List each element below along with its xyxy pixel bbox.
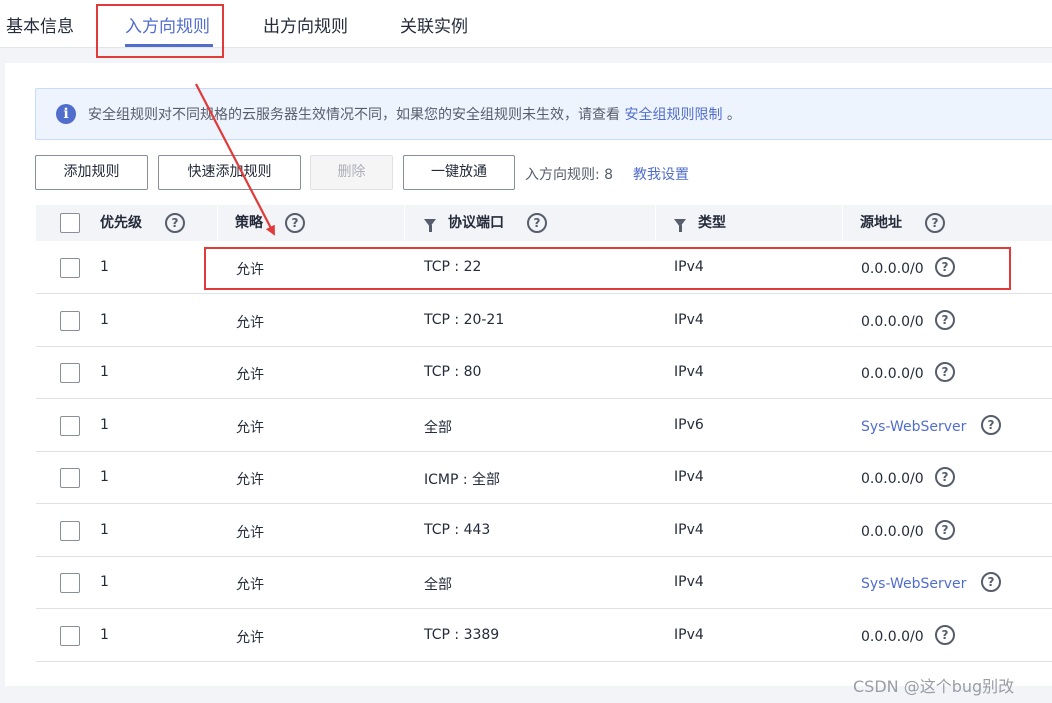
one-click-open-button[interactable]: 一键放通 bbox=[403, 155, 515, 190]
rule-count-label: 入方向规则: 8 bbox=[525, 167, 614, 183]
cell-policy: 允许 bbox=[236, 315, 264, 331]
source-security-group-link[interactable]: Sys-WebServer bbox=[861, 419, 966, 435]
cell-priority: 1 bbox=[100, 469, 109, 485]
help-setup-link[interactable]: 教我设置 bbox=[633, 164, 689, 184]
row-checkbox[interactable] bbox=[60, 521, 80, 541]
cell-type: IPv4 bbox=[674, 364, 704, 380]
cell-protocol-port: 全部 bbox=[424, 577, 452, 593]
cell-source: 0.0.0.0/0 bbox=[861, 314, 924, 330]
help-icon[interactable]: ? bbox=[935, 310, 955, 330]
security-group-limit-link[interactable]: 安全组规则限制 bbox=[624, 107, 722, 123]
column-header-priority: 优先级 bbox=[100, 215, 142, 231]
help-icon[interactable]: ? bbox=[935, 467, 955, 487]
delete-button[interactable]: 删除 bbox=[310, 155, 393, 190]
select-all-checkbox[interactable] bbox=[60, 213, 80, 233]
cell-type: IPv4 bbox=[674, 522, 704, 538]
tab-outbound-rules[interactable]: 出方向规则 bbox=[263, 12, 348, 37]
tab-basic-info[interactable]: 基本信息 bbox=[6, 12, 74, 37]
help-icon[interactable]: ? bbox=[981, 415, 1001, 435]
column-header-type: 类型 bbox=[698, 215, 726, 231]
row-highlight-annotation bbox=[204, 247, 1011, 290]
help-icon[interactable]: ? bbox=[165, 213, 185, 233]
help-icon[interactable]: ? bbox=[981, 572, 1001, 592]
help-icon[interactable]: ? bbox=[925, 213, 945, 233]
row-checkbox[interactable] bbox=[60, 573, 80, 593]
table-row: 1 允许 全部 IPv6 Sys-WebServer ? bbox=[36, 400, 1052, 452]
cell-priority: 1 bbox=[100, 522, 109, 538]
cell-type: IPv4 bbox=[674, 574, 704, 590]
cell-policy: 允许 bbox=[236, 367, 264, 383]
notice-banner: i 安全组规则对不同规格的云服务器生效情况不同，如果您的安全组规则未生效，请查看… bbox=[35, 88, 1052, 140]
help-icon[interactable]: ? bbox=[935, 625, 955, 645]
help-icon[interactable]: ? bbox=[527, 213, 547, 233]
row-checkbox[interactable] bbox=[60, 416, 80, 436]
cell-protocol-port: TCP : 443 bbox=[424, 522, 491, 538]
table-row: 1 允许 全部 IPv4 Sys-WebServer ? bbox=[36, 557, 1052, 609]
watermark: CSDN @这个bug别改 bbox=[853, 677, 1015, 696]
table-row: 1 允许 TCP : 80 IPv4 0.0.0.0/0 ? bbox=[36, 347, 1052, 399]
cell-policy: 允许 bbox=[236, 577, 264, 593]
cell-policy: 允许 bbox=[236, 420, 264, 436]
row-checkbox[interactable] bbox=[60, 258, 80, 278]
table-header: 优先级 ? 策略 ? 协议端口 ? 类型 源地址 ? bbox=[36, 205, 1052, 241]
add-rule-button[interactable]: 添加规则 bbox=[35, 155, 148, 190]
cell-source: 0.0.0.0/0 bbox=[861, 471, 924, 487]
row-checkbox[interactable] bbox=[60, 363, 80, 383]
column-separator bbox=[404, 205, 405, 241]
cell-priority: 1 bbox=[100, 312, 109, 328]
cell-priority: 1 bbox=[100, 627, 109, 643]
tab-highlight-annotation bbox=[96, 4, 224, 58]
cell-policy: 允许 bbox=[236, 472, 264, 488]
row-checkbox[interactable] bbox=[60, 311, 80, 331]
cell-protocol-port: TCP : 3389 bbox=[424, 627, 500, 643]
row-checkbox[interactable] bbox=[60, 626, 80, 646]
cell-type: IPv6 bbox=[674, 417, 704, 433]
cell-type: IPv4 bbox=[674, 469, 704, 485]
source-security-group-link[interactable]: Sys-WebServer bbox=[861, 576, 966, 592]
cell-source: 0.0.0.0/0 bbox=[861, 629, 924, 645]
cell-source: 0.0.0.0/0 bbox=[861, 366, 924, 382]
cell-policy: 允许 bbox=[236, 630, 264, 646]
column-header-policy: 策略 bbox=[235, 215, 263, 231]
cell-priority: 1 bbox=[100, 574, 109, 590]
cell-source: 0.0.0.0/0 bbox=[861, 524, 924, 540]
column-separator bbox=[655, 205, 656, 241]
help-icon[interactable]: ? bbox=[935, 362, 955, 382]
column-header-source: 源地址 bbox=[860, 215, 902, 231]
cell-type: IPv4 bbox=[674, 312, 704, 328]
row-checkbox[interactable] bbox=[60, 468, 80, 488]
help-icon[interactable]: ? bbox=[285, 213, 305, 233]
quick-add-rule-button[interactable]: 快速添加规则 bbox=[158, 155, 301, 190]
cell-protocol-port: ICMP : 全部 bbox=[424, 472, 501, 488]
notice-text: 安全组规则对不同规格的云服务器生效情况不同，如果您的安全组规则未生效，请查看 安… bbox=[88, 107, 741, 123]
table-row: 1 允许 ICMP : 全部 IPv4 0.0.0.0/0 ? bbox=[36, 452, 1052, 504]
table-row: 1 允许 TCP : 443 IPv4 0.0.0.0/0 ? bbox=[36, 505, 1052, 557]
table-row: 1 允许 TCP : 3389 IPv4 0.0.0.0/0 ? bbox=[36, 610, 1052, 662]
cell-protocol-port: 全部 bbox=[424, 420, 452, 436]
info-icon: i bbox=[56, 104, 76, 124]
column-header-protocol-port: 协议端口 bbox=[448, 215, 504, 231]
cell-priority: 1 bbox=[100, 417, 109, 433]
filter-icon[interactable] bbox=[424, 219, 436, 232]
cell-protocol-port: TCP : 80 bbox=[424, 364, 482, 380]
table-row: 1 允许 TCP : 20-21 IPv4 0.0.0.0/0 ? bbox=[36, 295, 1052, 347]
cell-protocol-port: TCP : 20-21 bbox=[424, 312, 505, 328]
column-separator bbox=[842, 205, 843, 241]
tab-associated-instances[interactable]: 关联实例 bbox=[400, 12, 468, 37]
cell-policy: 允许 bbox=[236, 525, 264, 541]
cell-type: IPv4 bbox=[674, 627, 704, 643]
help-icon[interactable]: ? bbox=[935, 520, 955, 540]
cell-priority: 1 bbox=[100, 364, 109, 380]
filter-icon[interactable] bbox=[674, 219, 686, 232]
cell-priority: 1 bbox=[100, 259, 109, 275]
column-separator bbox=[217, 205, 218, 241]
